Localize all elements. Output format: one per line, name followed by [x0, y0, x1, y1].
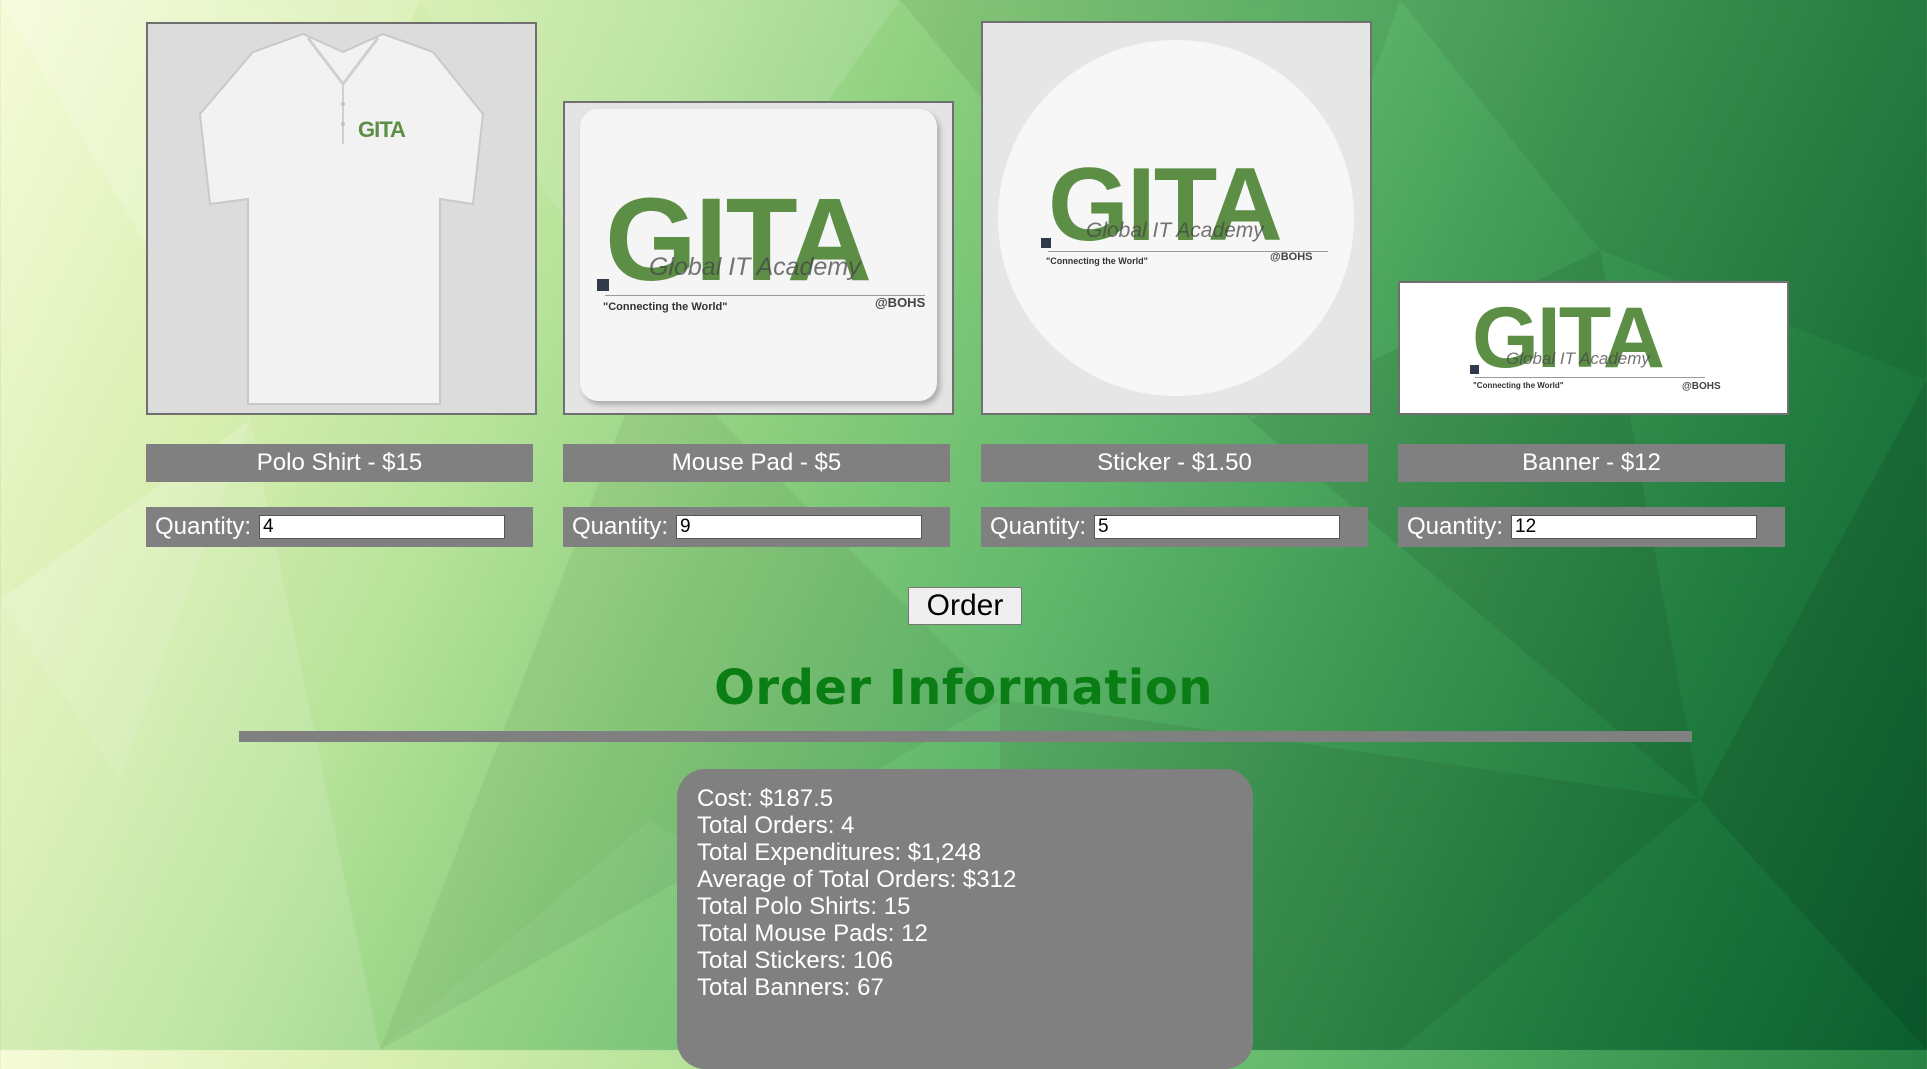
product-name-label: Sticker - $1.50: [981, 444, 1368, 482]
logo-text: GITA: [358, 117, 406, 142]
product-name-label: Banner - $12: [1398, 444, 1785, 482]
sticker-image: GITA Global IT Academy "Connecting the W…: [981, 21, 1372, 415]
polo-shirt-quantity-input[interactable]: [259, 515, 506, 539]
quantity-label: Quantity:: [1407, 513, 1504, 540]
banner-image: GITA Global IT Academy "Connecting the W…: [1398, 281, 1789, 415]
total-polo-shirts-text: Total Polo Shirts: 15: [697, 893, 911, 920]
total-expenditures-text: Total Expenditures: $1,248: [697, 839, 982, 866]
product-name-label: Mouse Pad - $5: [563, 444, 950, 482]
quantity-row: Quantity:: [1398, 507, 1785, 547]
total-mouse-pads-text: Total Mouse Pads: 12: [697, 920, 928, 947]
quantity-label: Quantity:: [572, 513, 669, 540]
quantity-label: Quantity:: [155, 513, 252, 540]
quantity-row: Quantity:: [563, 507, 950, 547]
logo-rule: [1475, 377, 1705, 378]
mouse-pad-image: GITA Global IT Academy "Connecting the W…: [563, 101, 954, 415]
average-orders-text: Average of Total Orders: $312: [697, 866, 1017, 893]
order-button[interactable]: Order: [908, 587, 1022, 625]
logo-tagline: "Connecting the World": [1046, 256, 1148, 266]
cost-text: Cost: $187.5: [697, 785, 834, 812]
banner-quantity-input[interactable]: [1511, 515, 1758, 539]
logo-square-icon: [1041, 238, 1051, 248]
product-name-label: Polo Shirt - $15: [146, 444, 533, 482]
mouse-pad-quantity-input[interactable]: [676, 515, 923, 539]
total-banners-text: Total Banners: 67: [697, 974, 884, 1001]
quantity-label: Quantity:: [990, 513, 1087, 540]
total-orders-text: Total Orders: 4: [697, 812, 855, 839]
sticker-quantity-input[interactable]: [1094, 515, 1341, 539]
logo-tagline: "Connecting the World": [1473, 381, 1564, 390]
polo-shirt-image: GITA: [146, 22, 537, 415]
total-stickers-text: Total Stickers: 106: [697, 947, 894, 974]
order-info-panel: Cost: $187.5 Total Orders: 4 Total Expen…: [677, 769, 1253, 1069]
logo-academy-text: Global IT Academy: [649, 253, 861, 281]
logo-academy-text: Global IT Academy: [1086, 219, 1264, 242]
logo-square-icon: [1470, 365, 1479, 374]
section-divider: [239, 731, 1692, 742]
logo-academy-text: Global IT Academy: [1506, 349, 1650, 368]
logo-suffix: @BOHS: [1270, 251, 1313, 263]
quantity-row: Quantity:: [981, 507, 1368, 547]
polo-shirt-icon: [198, 32, 485, 405]
logo-square-icon: [597, 279, 609, 291]
order-information-title: Order Information: [714, 660, 1213, 716]
logo-tagline: "Connecting the World": [603, 301, 728, 313]
quantity-row: Quantity:: [146, 507, 533, 547]
logo-suffix: @BOHS: [1682, 381, 1721, 392]
logo-suffix: @BOHS: [875, 295, 926, 310]
